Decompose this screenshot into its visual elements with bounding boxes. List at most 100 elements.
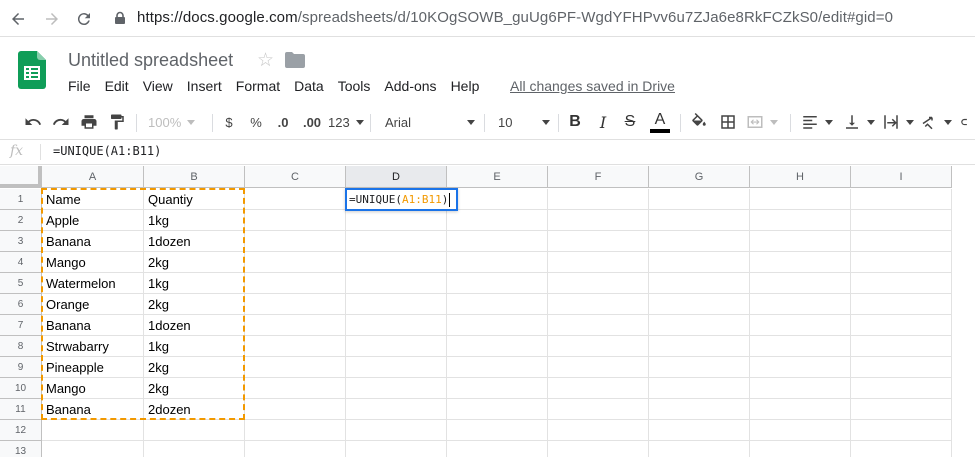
cell-d3[interactable] [346,231,447,252]
cell-f5[interactable] [548,273,649,294]
cell-i11[interactable] [851,399,952,420]
cell-f3[interactable] [548,231,649,252]
cell-h7[interactable] [750,315,851,336]
cell-e11[interactable] [447,399,548,420]
cell-i12[interactable] [851,420,952,441]
cell-h6[interactable] [750,294,851,315]
cell-i7[interactable] [851,315,952,336]
redo-button[interactable] [50,112,72,132]
cell-e4[interactable] [447,252,548,273]
cell-f11[interactable] [548,399,649,420]
cell-b1[interactable]: Quantiy [144,189,245,210]
cell-c9[interactable] [245,357,346,378]
font-family-select[interactable]: Arial [385,112,475,132]
cell-c3[interactable] [245,231,346,252]
cell-a8[interactable]: Strwabarry [42,336,144,357]
increase-decimal-button[interactable]: .00 [299,112,325,132]
cell-g11[interactable] [649,399,750,420]
cell-i3[interactable] [851,231,952,252]
cell-e2[interactable] [447,210,548,231]
cell-b6[interactable]: 2kg [144,294,245,315]
row-header-2[interactable]: 2 [0,210,42,231]
cell-f2[interactable] [548,210,649,231]
cell-d5[interactable] [346,273,447,294]
column-header-b[interactable]: B [144,166,245,188]
cell-e8[interactable] [447,336,548,357]
cell-f9[interactable] [548,357,649,378]
cell-h5[interactable] [750,273,851,294]
row-header-8[interactable]: 8 [0,336,42,357]
cell-a9[interactable]: Pineapple [42,357,144,378]
paint-format-button[interactable] [106,112,128,132]
vertical-align-select[interactable] [843,112,875,132]
cell-a5[interactable]: Watermelon [42,273,144,294]
back-button[interactable] [6,7,30,31]
cell-i9[interactable] [851,357,952,378]
cell-g3[interactable] [649,231,750,252]
cell-h2[interactable] [750,210,851,231]
cell-a3[interactable]: Banana [42,231,144,252]
row-header-11[interactable]: 11 [0,399,42,420]
merge-cells-button[interactable] [746,112,778,132]
cell-d13[interactable] [346,441,447,457]
zoom-select[interactable]: 100% [148,112,204,132]
cell-h3[interactable] [750,231,851,252]
cell-a2[interactable]: Apple [42,210,144,231]
cell-f12[interactable] [548,420,649,441]
cell-i10[interactable] [851,378,952,399]
column-header-c[interactable]: C [245,166,346,188]
decrease-decimal-button[interactable]: .0 [272,112,294,132]
undo-button[interactable] [22,112,44,132]
cell-c7[interactable] [245,315,346,336]
cell-e3[interactable] [447,231,548,252]
cell-g10[interactable] [649,378,750,399]
row-header-1[interactable]: 1 [0,189,42,210]
cell-i2[interactable] [851,210,952,231]
more-formats-select[interactable]: 123 [328,112,364,132]
cell-a4[interactable]: Mango [42,252,144,273]
bold-button[interactable]: B [566,112,584,132]
cell-a1[interactable]: Name [42,189,144,210]
cell-c4[interactable] [245,252,346,273]
reload-button[interactable] [72,7,96,31]
fill-color-button[interactable] [689,112,709,132]
cell-g2[interactable] [649,210,750,231]
cell-e12[interactable] [447,420,548,441]
cell-i5[interactable] [851,273,952,294]
address-bar[interactable]: https://docs.google.com/spreadsheets/d/1… [137,9,893,26]
row-header-13[interactable]: 13 [0,441,42,457]
cell-h1[interactable] [750,189,851,210]
cell-f4[interactable] [548,252,649,273]
horizontal-align-select[interactable] [801,112,833,132]
row-header-6[interactable]: 6 [0,294,42,315]
cell-e6[interactable] [447,294,548,315]
cell-e9[interactable] [447,357,548,378]
formula-input[interactable]: =UNIQUE(A1:B11) [53,144,161,158]
cell-d12[interactable] [346,420,447,441]
cell-b12[interactable] [144,420,245,441]
borders-button[interactable] [718,112,738,132]
cell-i13[interactable] [851,441,952,457]
cell-d4[interactable] [346,252,447,273]
cell-h4[interactable] [750,252,851,273]
cell-d9[interactable] [346,357,447,378]
cell-e5[interactable] [447,273,548,294]
insert-link-button[interactable] [960,112,975,132]
italic-button[interactable]: I [594,112,612,132]
star-icon[interactable]: ☆ [257,49,274,72]
cell-i6[interactable] [851,294,952,315]
column-header-i[interactable]: I [851,166,952,188]
cell-b4[interactable]: 2kg [144,252,245,273]
cell-i4[interactable] [851,252,952,273]
cell-i1[interactable] [851,189,952,210]
cell-d7[interactable] [346,315,447,336]
cell-b3[interactable]: 1dozen [144,231,245,252]
cell-f1[interactable] [548,189,649,210]
cell-c1[interactable] [245,189,346,210]
text-wrapping-select[interactable] [882,112,914,132]
cell-g7[interactable] [649,315,750,336]
cell-b13[interactable] [144,441,245,457]
column-header-f[interactable]: F [548,166,649,188]
cell-g5[interactable] [649,273,750,294]
cell-f10[interactable] [548,378,649,399]
